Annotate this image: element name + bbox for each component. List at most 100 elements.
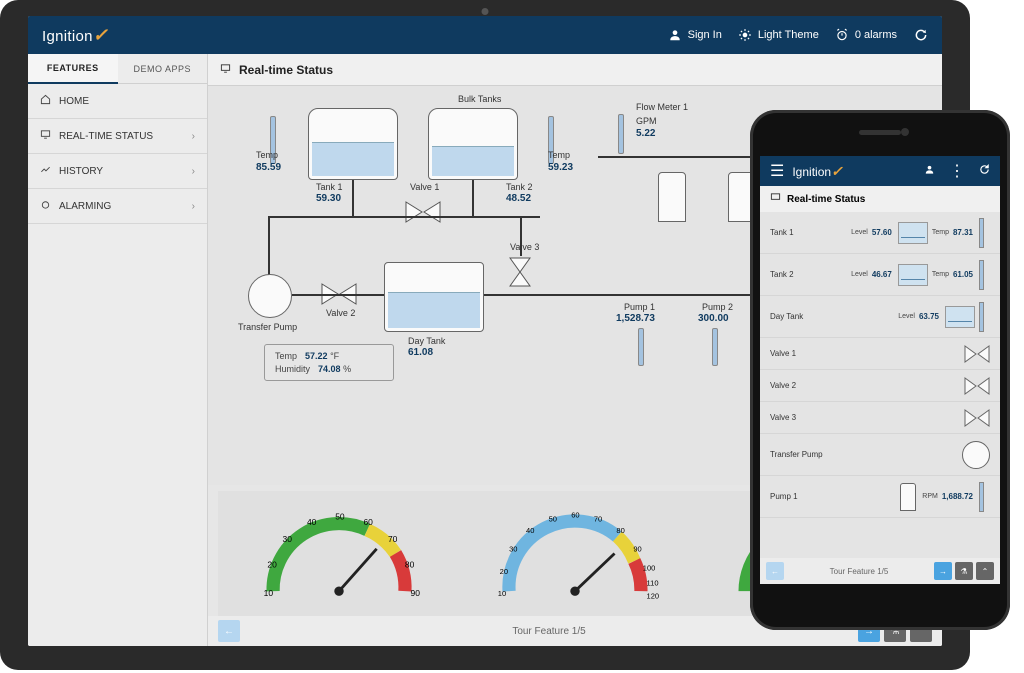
svg-text:80: 80 (405, 560, 415, 570)
day-tank-value: 61.08 (408, 347, 433, 358)
phone-speaker (859, 130, 901, 135)
alarms-button[interactable]: 0 alarms (835, 28, 897, 43)
valve-icon (964, 409, 990, 427)
env-hum-value: 74.08 (318, 364, 341, 374)
svg-text:50: 50 (335, 512, 345, 522)
tour-prev-button[interactable]: ← (218, 620, 240, 642)
tab-features[interactable]: FEATURES (28, 54, 118, 84)
phone-screen: ☰ Ignition✓ ⋮ Real-time Status Tank 1 Le… (760, 156, 1000, 584)
temp-label: Temp (932, 271, 949, 278)
pipe (352, 180, 354, 216)
chevron-right-icon: › (192, 131, 195, 142)
env-hum-unit: % (343, 364, 351, 374)
list-item[interactable]: Day Tank Level 63.75 (760, 296, 1000, 338)
gauge-2: 102030 405060 708090 100110120 (464, 497, 686, 610)
nav-realtime[interactable]: REAL-TIME STATUS › (28, 119, 207, 154)
list-item[interactable]: Valve 3 (760, 402, 1000, 434)
tank-1 (308, 108, 398, 180)
svg-text:20: 20 (500, 567, 508, 576)
row-name: Transfer Pump (770, 450, 828, 459)
sun-icon (738, 28, 753, 43)
tab-demo-apps[interactable]: DEMO APPS (118, 54, 208, 84)
sidebar-tabs: FEATURES DEMO APPS (28, 54, 207, 84)
nav-history[interactable]: HISTORY › (28, 154, 207, 189)
valve1-label: Valve 1 (410, 182, 439, 192)
temp-value: 61.05 (953, 270, 973, 279)
agitator-icon (900, 483, 916, 511)
brand-mark-icon: ✓ (93, 25, 108, 45)
svg-text:10: 10 (498, 589, 506, 598)
transfer-pump-label: Transfer Pump (238, 322, 297, 332)
alarm-clock-icon (40, 199, 51, 213)
sparkline-icon (945, 306, 975, 328)
thermometer-icon (712, 328, 718, 366)
svg-text:60: 60 (363, 517, 373, 527)
alarm-clock-icon (835, 28, 850, 43)
tour-collapse-button[interactable]: ⌃ (976, 562, 994, 580)
chart-line-icon (40, 164, 51, 178)
level-value: 46.67 (872, 270, 892, 279)
pump1-value: 1,528.73 (616, 313, 655, 324)
list-item[interactable]: Tank 2 Level 46.67 Temp 61.05 (760, 254, 1000, 296)
svg-text:60: 60 (571, 511, 579, 520)
more-icon[interactable]: ⋮ (949, 161, 965, 181)
refresh-icon[interactable] (979, 162, 990, 180)
svg-text:90: 90 (411, 588, 421, 598)
theme-label: Light Theme (758, 29, 819, 41)
brand-mark-icon: ✓ (831, 163, 843, 179)
list-item[interactable]: Tank 1 Level 57.60 Temp 87.31 (760, 212, 1000, 254)
flow-meter-label: Flow Meter 1 (636, 102, 688, 112)
temp2-value: 59.23 (548, 162, 573, 173)
day-tank-label: Day Tank (408, 336, 445, 346)
brand-logo: Ignition✓ (792, 163, 842, 180)
menu-icon[interactable]: ☰ (770, 161, 784, 181)
svg-text:120: 120 (647, 592, 660, 601)
level-label: Level (851, 271, 868, 278)
tank1-label: Tank 1 (316, 182, 343, 192)
phone-title-bar: Real-time Status (760, 186, 1000, 212)
svg-text:70: 70 (594, 514, 602, 523)
tour-prev-button[interactable]: ← (766, 562, 784, 580)
thermometer-icon (979, 482, 984, 512)
list-item[interactable]: Valve 2 (760, 370, 1000, 402)
rpm-label: RPM (922, 493, 938, 500)
alarms-label: 0 alarms (855, 29, 897, 41)
valve3-label: Valve 3 (510, 242, 539, 252)
list-item[interactable]: Pump 1 RPM 1,688.72 (760, 476, 1000, 518)
row-name: Valve 1 (770, 349, 828, 358)
svg-text:40: 40 (526, 526, 534, 535)
pipe (520, 216, 522, 256)
env-temp-value: 57.22 (305, 351, 328, 361)
user-icon[interactable] (924, 162, 935, 180)
tour-next-button[interactable]: → (934, 562, 952, 580)
svg-text:10: 10 (264, 588, 274, 598)
valve-icon (404, 200, 442, 224)
tour-flask-button[interactable]: ⚗ (955, 562, 973, 580)
svg-text:80: 80 (616, 526, 624, 535)
pipe (472, 180, 474, 216)
theme-toggle[interactable]: Light Theme (738, 28, 819, 43)
refresh-button[interactable] (913, 28, 928, 43)
gpm-value: 5.22 (636, 128, 655, 139)
tank1-value: 59.30 (316, 193, 341, 204)
app-header: Ignition✓ Sign In Light Theme 0 alarms (28, 16, 942, 54)
agitator-icon (658, 172, 686, 222)
list-item[interactable]: Valve 1 (760, 338, 1000, 370)
thermometer-icon (618, 114, 624, 154)
row-name: Day Tank (770, 312, 828, 321)
nav-home[interactable]: HOME (28, 84, 207, 119)
svg-text:70: 70 (388, 534, 398, 544)
sparkline-icon (898, 222, 928, 244)
nav-alarming[interactable]: ALARMING › (28, 189, 207, 224)
environment-box: Temp57.22 °F Humidity74.08 % (264, 344, 394, 381)
sign-in-button[interactable]: Sign In (668, 28, 722, 43)
page-title-bar: Real-time Status (208, 54, 942, 86)
list-item[interactable]: Transfer Pump (760, 434, 1000, 476)
row-name: Valve 3 (770, 413, 828, 422)
level-label: Level (898, 313, 915, 320)
svg-text:30: 30 (509, 545, 517, 554)
svg-text:100: 100 (643, 563, 656, 572)
phone-header: ☰ Ignition✓ ⋮ (760, 156, 1000, 186)
chevron-right-icon: › (192, 166, 195, 177)
home-icon (40, 94, 51, 108)
